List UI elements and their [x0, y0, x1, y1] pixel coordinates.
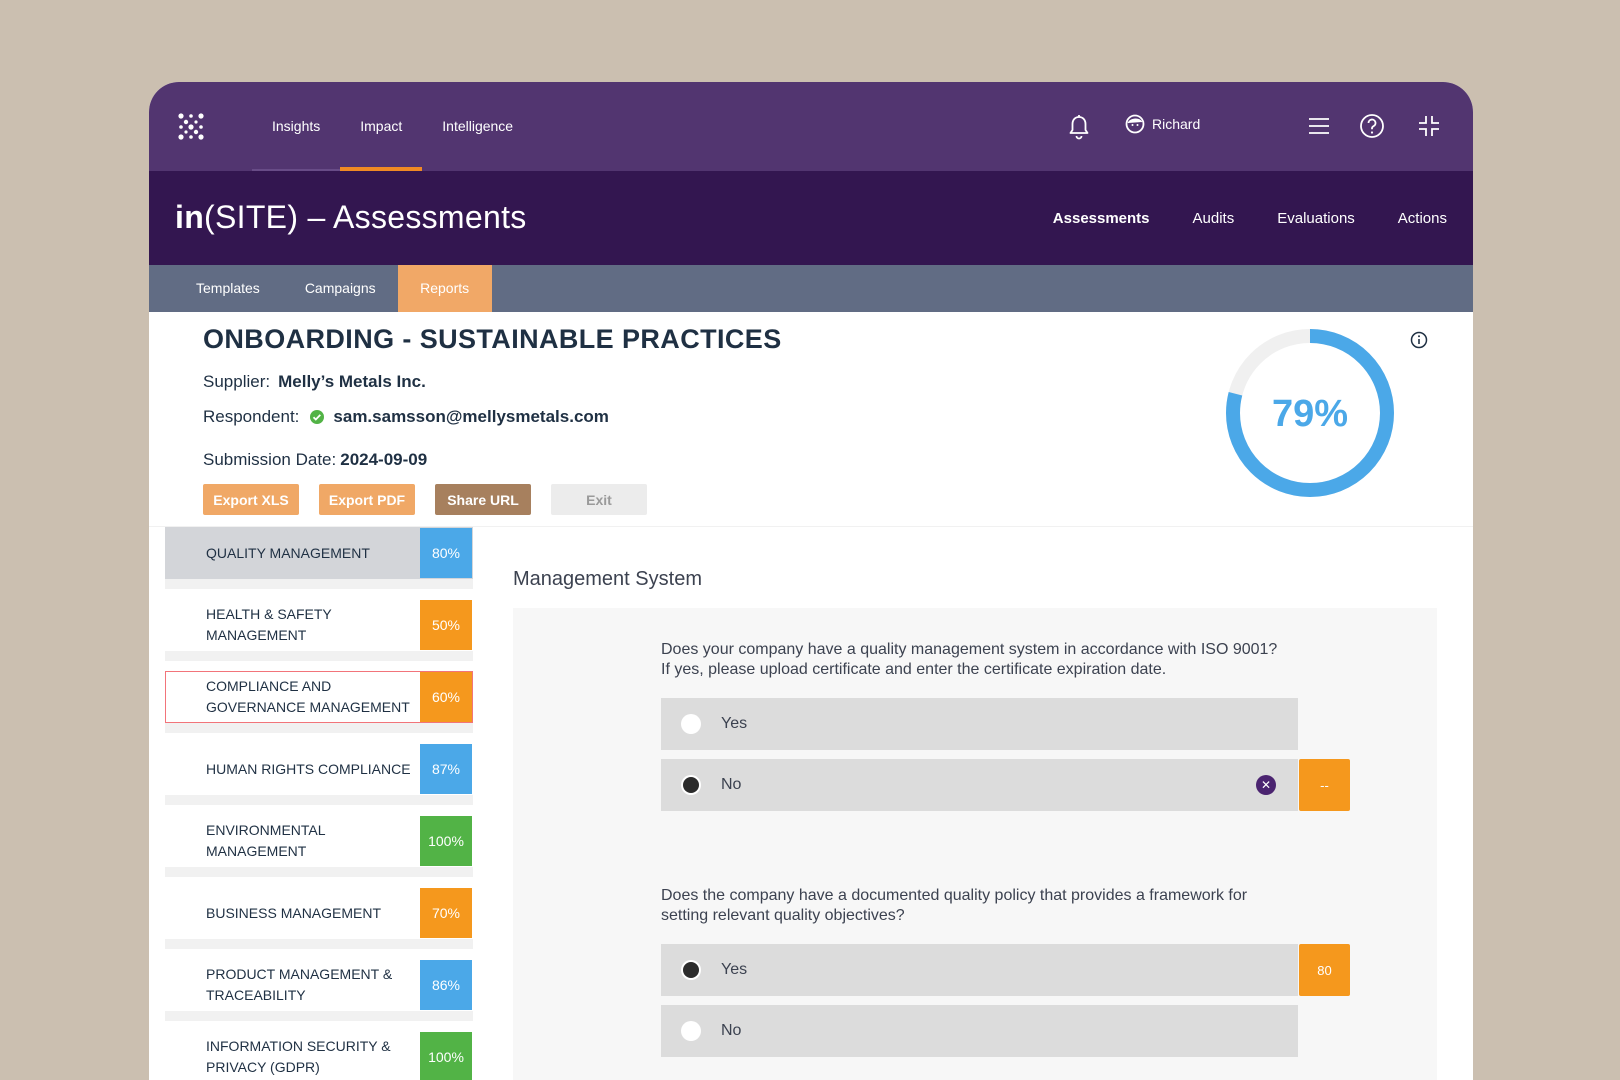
radio-button-selected[interactable] [681, 775, 701, 795]
sub-tabs: Templates Campaigns Reports [149, 265, 1473, 312]
collapse-icon[interactable] [1416, 113, 1442, 139]
category-score-badge: 100% [420, 816, 472, 866]
category-item[interactable]: HUMAN RIGHTS COMPLIANCE 87% [165, 743, 473, 795]
subtab-templates[interactable]: Templates [171, 265, 283, 312]
category-score-badge: 86% [420, 960, 472, 1010]
global-nav: Insights Impact Intelligence Richard [149, 82, 1473, 171]
tab-evaluations[interactable]: Evaluations [1277, 210, 1355, 227]
category-score-badge: 60% [420, 672, 472, 722]
category-label: PRODUCT MANAGEMENT & TRACEABILITY [206, 966, 393, 1003]
category-separator [165, 651, 473, 661]
verified-check-icon [310, 410, 325, 424]
category-score-badge: 87% [420, 744, 472, 794]
action-buttons: Export XLS Export PDF Share URL Exit [203, 484, 647, 515]
category-item[interactable]: HEALTH & SAFETY MANAGEMENT 50% [165, 599, 473, 651]
category-item[interactable]: COMPLIANCE AND GOVERNANCE MANAGEMENT 60% [165, 671, 473, 723]
help-icon[interactable] [1359, 113, 1385, 139]
app-title: in(SITE) – Assessments [175, 199, 527, 235]
category-separator [165, 723, 473, 733]
category-label: QUALITY MANAGEMENT [206, 544, 370, 561]
category-item[interactable]: BUSINESS MANAGEMENT 70% [165, 887, 473, 939]
option-label: No [721, 1022, 742, 1039]
category-item[interactable]: INFORMATION SECURITY & PRIVACY (GDPR) 100… [165, 1031, 473, 1080]
category-label: HEALTH & SAFETY MANAGEMENT [206, 606, 332, 643]
question-1-text: Does your company have a quality managem… [661, 641, 1278, 678]
user-menu[interactable]: Richard [1125, 114, 1200, 134]
q1-option-no[interactable]: No ✕ [661, 759, 1298, 811]
supplier-row: Supplier: Melly’s Metals Inc. [203, 372, 426, 392]
tab-assessments[interactable]: Assessments [1053, 210, 1150, 227]
tab-audits[interactable]: Audits [1193, 210, 1235, 227]
category-separator [165, 795, 473, 805]
bell-icon[interactable] [1067, 114, 1091, 140]
export-pdf-button[interactable]: Export PDF [319, 484, 415, 515]
category-item[interactable]: ENVIRONMENTAL MANAGEMENT 100% [165, 815, 473, 867]
category-label: INFORMATION SECURITY & PRIVACY (GDPR) [206, 1038, 391, 1075]
user-avatar-icon [1125, 114, 1145, 134]
hamburger-menu-icon[interactable] [1306, 113, 1332, 139]
submission-label: Submission Date: [203, 450, 337, 469]
category-list: QUALITY MANAGEMENT 80% HEALTH & SAFETY MAN… [165, 527, 473, 1080]
subtab-campaigns[interactable]: Campaigns [283, 265, 398, 312]
category-item[interactable]: PRODUCT MANAGEMENT & TRACEABILITY 86% [165, 959, 473, 1011]
page-title: ONBOARDING - SUSTAINABLE PRACTICES [203, 324, 782, 354]
radio-button[interactable] [681, 714, 701, 734]
radio-button[interactable] [681, 1021, 701, 1041]
q1-score-badge: -- [1299, 759, 1350, 811]
app-header: in(SITE) – Assessments Assessments Audit… [149, 171, 1473, 265]
app-nav: Assessments Audits Evaluations Actions [1053, 171, 1447, 265]
category-score-badge: 80% [420, 528, 472, 578]
q2-option-no[interactable]: No [661, 1005, 1298, 1057]
overall-score-donut: 79% [1226, 329, 1394, 497]
category-label: BUSINESS MANAGEMENT [206, 904, 382, 921]
tab-actions[interactable]: Actions [1398, 210, 1447, 227]
share-url-button[interactable]: Share URL [435, 484, 531, 515]
category-score-badge: 70% [420, 888, 472, 938]
info-icon[interactable] [1410, 331, 1428, 349]
report-content: ONBOARDING - SUSTAINABLE PRACTICES Suppl… [149, 312, 1473, 1080]
category-label: ENVIRONMENTAL MANAGEMENT [206, 822, 326, 859]
question-2-text: Does the company have a documented quali… [661, 887, 1248, 924]
clear-answer-icon[interactable]: ✕ [1256, 775, 1276, 795]
user-name: Richard [1152, 116, 1201, 132]
category-label: HUMAN RIGHTS COMPLIANCE [206, 760, 411, 777]
option-label: Yes [721, 715, 748, 732]
respondent-row: Respondent: sam.samsson@mellysmetals.com [203, 407, 609, 427]
overall-score-text: 79% [1272, 393, 1348, 435]
nav-impact[interactable]: Impact [340, 82, 423, 171]
category-separator [165, 1011, 473, 1021]
submission-date: 2024-09-09 [340, 450, 428, 469]
option-label: Yes [721, 961, 748, 978]
category-separator [165, 867, 473, 877]
subtab-reports[interactable]: Reports [397, 265, 492, 312]
category-item[interactable]: QUALITY MANAGEMENT 80% [165, 527, 473, 579]
category-score-badge: 50% [420, 600, 472, 650]
category-separator [165, 939, 473, 949]
category-score-badge: 100% [420, 1032, 472, 1080]
supplier-value: Melly’s Metals Inc. [278, 372, 426, 391]
category-label: COMPLIANCE AND GOVERNANCE MANAGEMENT [206, 678, 410, 715]
radio-button-selected[interactable] [681, 960, 701, 980]
nav-intelligence[interactable]: Intelligence [422, 82, 533, 171]
exit-button[interactable]: Exit [551, 484, 647, 515]
nav-insights[interactable]: Insights [252, 82, 341, 171]
q1-option-yes[interactable]: Yes [661, 698, 1298, 750]
category-separator [165, 579, 473, 589]
questions-panel: Does your company have a quality managem… [513, 608, 1437, 1080]
option-label: No [721, 776, 742, 793]
q2-option-yes[interactable]: Yes [661, 944, 1298, 996]
respondent-label: Respondent: [203, 407, 300, 426]
respondent-email: sam.samsson@mellysmetals.com [333, 407, 609, 426]
logo-icon[interactable] [177, 112, 205, 140]
supplier-label: Supplier: [203, 372, 271, 391]
section-title: Management System [513, 568, 702, 590]
app-window: Insights Impact Intelligence Richard in(… [149, 82, 1473, 1080]
submission-row: Submission Date: 2024-09-09 [203, 450, 427, 470]
q2-score-badge: 80 [1299, 944, 1350, 996]
export-xls-button[interactable]: Export XLS [203, 484, 299, 515]
